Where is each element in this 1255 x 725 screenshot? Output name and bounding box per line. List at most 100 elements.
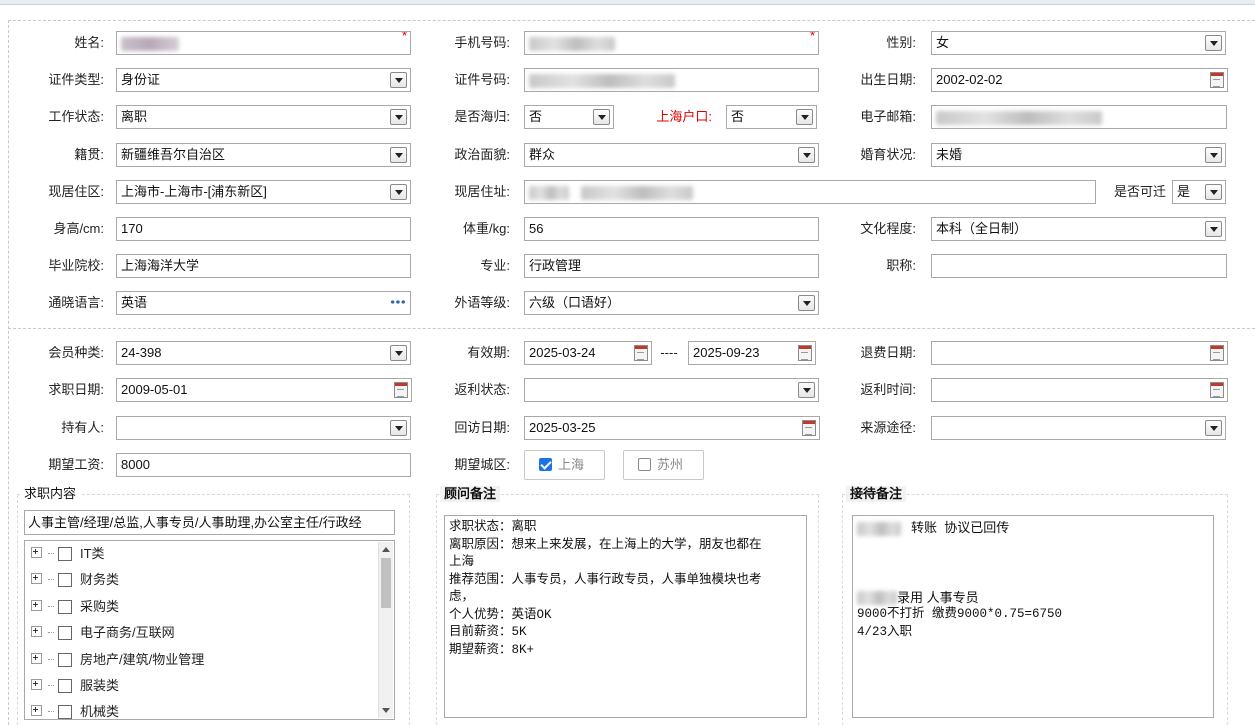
job-category-tree[interactable]: IT类 财务类 采购类 电子商务/互联网 房地产/建筑/物业管理 服装类 机械类 xyxy=(24,540,395,720)
birth-date-label: 出生日期: xyxy=(860,72,916,87)
tree-expand-icon[interactable] xyxy=(31,600,42,611)
dropdown-arrow-icon[interactable] xyxy=(1205,420,1222,436)
tree-scrollbar[interactable] xyxy=(378,542,393,718)
gender-select[interactable]: 女 xyxy=(931,31,1226,55)
refund-date-input[interactable] xyxy=(931,341,1228,365)
dropdown-arrow-icon[interactable] xyxy=(1205,147,1222,163)
shanghai-hukou-select[interactable]: 否 xyxy=(726,105,817,129)
dropdown-arrow-icon[interactable] xyxy=(1205,221,1222,237)
calendar-icon[interactable] xyxy=(1210,345,1224,361)
name-input[interactable]: * xyxy=(116,31,411,55)
tree-item[interactable]: 采购类 xyxy=(31,598,119,616)
checkbox-checked-icon[interactable] xyxy=(539,458,552,471)
tree-expand-icon[interactable] xyxy=(31,653,42,664)
source-select[interactable] xyxy=(931,416,1226,440)
checkbox-icon[interactable] xyxy=(58,653,72,667)
birth-date-input[interactable]: 2002-02-02 xyxy=(931,68,1228,92)
lang-level-select[interactable]: 六级（口语好） xyxy=(524,291,819,315)
valid-from-input[interactable]: 2025-03-24 xyxy=(524,341,652,365)
dropdown-arrow-icon[interactable] xyxy=(796,109,813,125)
education-select[interactable]: 本科（全日制） xyxy=(931,217,1226,241)
language-input[interactable]: 英语 xyxy=(116,291,411,315)
major-input[interactable]: 行政管理 xyxy=(524,254,819,278)
tree-item[interactable]: 服装类 xyxy=(31,677,119,695)
dropdown-arrow-icon[interactable] xyxy=(390,147,407,163)
checkbox-icon[interactable] xyxy=(58,600,72,614)
calendar-icon[interactable] xyxy=(798,345,812,361)
calendar-icon[interactable] xyxy=(634,345,648,361)
calendar-icon[interactable] xyxy=(394,382,408,398)
calendar-icon[interactable] xyxy=(802,420,816,436)
phone-input[interactable]: * xyxy=(524,31,819,55)
residence-address-input[interactable] xyxy=(524,180,1096,204)
member-type-select[interactable]: 24-398 xyxy=(116,341,411,365)
tree-item[interactable]: 房地产/建筑/物业管理 xyxy=(31,651,204,669)
email-input[interactable] xyxy=(931,105,1227,129)
checkbox-icon[interactable] xyxy=(638,458,651,471)
city-option-suzhou[interactable]: 苏州 xyxy=(623,450,704,480)
residence-area-select[interactable]: 上海市-上海市-[浦东新区] xyxy=(116,180,411,204)
tree-expand-icon[interactable] xyxy=(31,679,42,690)
political-label: 政治面貌: xyxy=(454,147,510,162)
dropdown-arrow-icon[interactable] xyxy=(798,147,815,163)
redacted-id-number xyxy=(529,73,675,88)
dropdown-arrow-icon[interactable] xyxy=(798,295,815,311)
school-input[interactable]: 上海海洋大学 xyxy=(116,254,411,278)
relocatable-select[interactable]: 是 xyxy=(1172,180,1226,204)
height-input[interactable]: 170 xyxy=(116,217,411,241)
tree-item[interactable]: 电子商务/互联网 xyxy=(31,624,175,642)
native-place-select[interactable]: 新疆维吾尔自治区 xyxy=(116,143,411,167)
work-status-select[interactable]: 离职 xyxy=(116,105,411,129)
tree-expand-icon[interactable] xyxy=(31,705,42,716)
tree-item[interactable]: 财务类 xyxy=(31,571,119,589)
dropdown-arrow-icon[interactable] xyxy=(390,109,407,125)
checkbox-icon[interactable] xyxy=(58,705,72,719)
calendar-icon[interactable] xyxy=(1210,72,1224,88)
scroll-thumb[interactable] xyxy=(381,558,391,608)
returnee-select[interactable]: 否 xyxy=(524,105,614,129)
advisor-notes-textarea[interactable]: 求职状态：离职 离职原因：想来上来发展，在上海上的大学，朋友也都在 上海 推荐范… xyxy=(444,515,807,718)
more-dots-icon[interactable] xyxy=(390,300,406,304)
calendar-icon[interactable] xyxy=(1210,382,1224,398)
holder-select[interactable] xyxy=(116,416,411,440)
dropdown-arrow-icon[interactable] xyxy=(390,345,407,361)
valid-to-input[interactable]: 2025-09-23 xyxy=(688,341,816,365)
checkbox-icon[interactable] xyxy=(58,679,72,693)
tree-expand-icon[interactable] xyxy=(31,547,42,558)
checkbox-icon[interactable] xyxy=(58,547,72,561)
rebate-time-input[interactable] xyxy=(931,378,1228,402)
dropdown-arrow-icon[interactable] xyxy=(1205,35,1222,51)
id-type-select[interactable]: 身份证 xyxy=(116,68,411,92)
scroll-down-icon[interactable] xyxy=(382,708,390,713)
dropdown-arrow-icon[interactable] xyxy=(390,184,407,200)
note-line: 9000不打折 缴费9000*0.75=6750 xyxy=(857,607,1063,621)
major-value: 行政管理 xyxy=(529,258,582,273)
tree-item[interactable]: 机械类 xyxy=(31,703,119,719)
note-line: 转账 协议已回传 xyxy=(857,519,1209,537)
political-select[interactable]: 群众 xyxy=(524,143,819,167)
reception-notes-textarea[interactable]: 转账 协议已回传 录用 人事专员 9000不打折 缴费9000*0.75=675… xyxy=(852,515,1214,718)
job-content-selected-input[interactable]: 人事主管/经理/总监,人事专员/人事助理,办公室主任/行政经 xyxy=(24,510,395,535)
checkbox-icon[interactable] xyxy=(58,573,72,587)
dropdown-arrow-icon[interactable] xyxy=(1205,184,1222,200)
tree-expand-icon[interactable] xyxy=(31,573,42,584)
rebate-status-select[interactable] xyxy=(524,378,819,402)
id-number-input[interactable] xyxy=(524,68,819,92)
tree-expand-icon[interactable] xyxy=(31,626,42,637)
tree-item-label: 房地产/建筑/物业管理 xyxy=(80,652,205,667)
title-input[interactable] xyxy=(931,254,1227,278)
expected-salary-label: 期望工资: xyxy=(48,457,104,472)
marital-select[interactable]: 未婚 xyxy=(931,143,1226,167)
dropdown-arrow-icon[interactable] xyxy=(593,109,610,125)
dropdown-arrow-icon[interactable] xyxy=(798,382,815,398)
weight-input[interactable]: 56 xyxy=(524,217,819,241)
dropdown-arrow-icon[interactable] xyxy=(390,420,407,436)
expected-salary-input[interactable]: 8000 xyxy=(116,453,411,477)
tree-item[interactable]: IT类 xyxy=(31,545,105,563)
checkbox-icon[interactable] xyxy=(58,626,72,640)
scroll-up-icon[interactable] xyxy=(382,547,390,552)
dropdown-arrow-icon[interactable] xyxy=(390,72,407,88)
city-option-shanghai[interactable]: 上海 xyxy=(524,450,605,480)
job-date-input[interactable]: 2009-05-01 xyxy=(116,378,412,402)
visit-date-input[interactable]: 2025-03-25 xyxy=(524,416,820,440)
